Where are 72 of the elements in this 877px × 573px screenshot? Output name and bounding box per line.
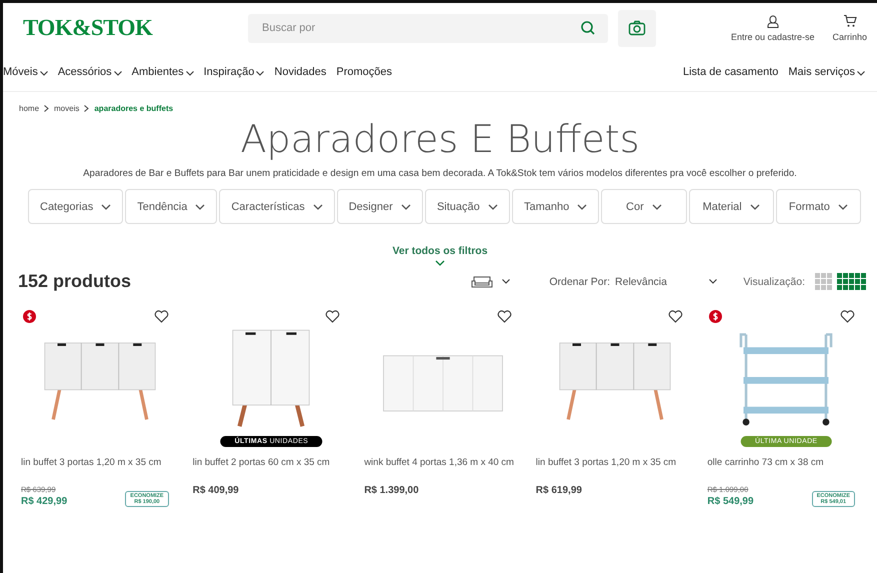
nav-menu-item[interactable]: Promoções bbox=[336, 66, 392, 78]
nav-menu-item[interactable]: Lista de casamento bbox=[682, 66, 778, 78]
chevron-icon bbox=[709, 279, 718, 284]
nav-menu-item[interactable]: Acessórios bbox=[58, 66, 122, 78]
filter-dropdown[interactable]: Designer bbox=[336, 189, 423, 224]
chevron-icon bbox=[750, 204, 760, 210]
favorite-heart-icon[interactable] bbox=[325, 310, 340, 323]
favorite-heart-icon[interactable] bbox=[496, 310, 512, 323]
chevron-icon bbox=[101, 204, 112, 210]
chevron-icon bbox=[857, 70, 865, 76]
filter-dropdown[interactable]: Formato bbox=[776, 189, 862, 224]
favorite-heart-icon[interactable] bbox=[154, 310, 169, 323]
filter-dropdown[interactable]: Cor bbox=[601, 189, 687, 224]
filter-dropdown[interactable]: Características bbox=[219, 189, 335, 224]
product-price: R$ 409,99 bbox=[192, 485, 239, 496]
chevron-icon bbox=[488, 204, 498, 210]
nav-menu-item[interactable]: Ambientes bbox=[132, 66, 194, 78]
camera-search-button[interactable] bbox=[618, 10, 656, 46]
breadcrumb-link[interactable]: moveis bbox=[54, 104, 80, 113]
product-name[interactable]: olle carrinho 73 cm x 38 cm bbox=[707, 457, 865, 485]
product-name[interactable]: lin buffet 3 portas 1,20 m x 35 cm bbox=[21, 457, 179, 485]
category-description: Aparadores de Bar e Buffets para Bar unem praticidade e design em uma casa bem decorada. A Tok&Stok tem vários modelos diferentes pra você escolher o preferido. bbox=[82, 168, 798, 179]
user-icon[interactable] bbox=[766, 14, 779, 28]
filter-dropdown[interactable]: Material bbox=[688, 189, 774, 224]
chevron-icon bbox=[400, 204, 411, 210]
chevron-icon bbox=[256, 70, 264, 76]
chevron-icon bbox=[186, 70, 194, 76]
account-link[interactable]: Entre ou cadastre-se bbox=[730, 32, 814, 42]
product-name[interactable]: wink buffet 4 portas 1,36 m x 40 cm bbox=[364, 457, 522, 485]
brand-logo[interactable]: TOK&STOK bbox=[23, 15, 238, 41]
page-title: Aparadores E Buffets bbox=[239, 117, 641, 161]
nav-menu-item[interactable]: Móveis bbox=[3, 66, 48, 78]
breadcrumb-separator-icon bbox=[84, 105, 90, 112]
cart-link[interactable]: Carrinho bbox=[832, 32, 867, 42]
favorite-heart-icon[interactable] bbox=[840, 310, 855, 323]
product-name[interactable]: lin buffet 3 portas 1,20 m x 35 cm bbox=[536, 457, 694, 485]
chevron-icon bbox=[195, 204, 206, 210]
camera-icon bbox=[628, 20, 646, 36]
product-price: R$ 429,99 bbox=[21, 496, 68, 507]
nav-menu-item[interactable]: Mais serviços bbox=[788, 66, 865, 78]
product-name[interactable]: lin buffet 2 portas 60 cm x 35 cm bbox=[192, 457, 350, 485]
filter-dropdown[interactable]: Situação bbox=[424, 189, 510, 224]
breadcrumb-separator-icon bbox=[44, 105, 50, 112]
chevron-icon bbox=[502, 279, 510, 284]
all-filters-link[interactable]: Ver todos os filtros bbox=[392, 245, 488, 257]
breadcrumb-link[interactable]: aparadores e buffets bbox=[94, 104, 174, 113]
chevron-icon bbox=[435, 260, 445, 266]
view-label: Visualização: bbox=[743, 276, 805, 288]
sofa-icon bbox=[471, 274, 494, 288]
chevron-icon bbox=[40, 70, 48, 76]
search-field[interactable]: Buscar por bbox=[248, 14, 608, 42]
product-price: R$ 619,99 bbox=[536, 485, 582, 496]
product-price: R$ 549,99 bbox=[707, 496, 754, 507]
breadcrumb-link[interactable]: home bbox=[19, 104, 40, 113]
sort-dropdown[interactable]: Ordenar Por: Relevância bbox=[549, 276, 718, 288]
cart-icon[interactable] bbox=[842, 14, 857, 28]
grid-view-icon[interactable] bbox=[837, 273, 867, 290]
chevron-icon bbox=[652, 204, 662, 210]
favorite-heart-icon[interactable] bbox=[668, 310, 684, 323]
chevron-icon bbox=[312, 204, 323, 210]
product-price: R$ 1.399,00 bbox=[364, 485, 419, 496]
product-count: 152 produtos bbox=[18, 271, 132, 292]
chevron-icon bbox=[114, 70, 122, 76]
filter-dropdown[interactable]: Tamanho bbox=[512, 189, 600, 224]
nav-menu-item[interactable]: Novidades bbox=[274, 66, 326, 78]
filter-dropdown[interactable]: Tendência bbox=[125, 189, 218, 224]
filter-dropdown[interactable]: Categorias bbox=[28, 189, 124, 224]
room-view-button[interactable] bbox=[471, 274, 510, 288]
search-icon[interactable] bbox=[580, 20, 596, 36]
chevron-icon bbox=[577, 204, 588, 210]
nav-menu-item[interactable]: Inspiração bbox=[204, 66, 264, 78]
chevron-icon bbox=[838, 204, 848, 210]
